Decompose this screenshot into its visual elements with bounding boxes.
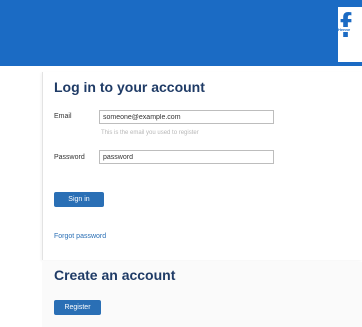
brand-f-icon: f [340,7,352,45]
top-header-bar: f Henne [0,0,362,66]
register-title: Create an account [54,267,176,283]
sign-in-button[interactable]: Sign in [54,192,104,207]
login-panel [42,72,362,260]
register-button[interactable]: Register [54,300,101,315]
email-hint: This is the email you used to register [101,130,199,136]
password-label: Password [54,154,85,161]
email-label: Email [54,113,72,120]
login-title: Log in to your account [54,79,205,95]
email-field[interactable] [99,110,274,124]
brand-name: Henne [338,27,362,32]
brand-logo[interactable]: f Henne [338,7,362,62]
password-field[interactable] [99,150,274,164]
forgot-password-link[interactable]: Forgot password [54,233,106,240]
